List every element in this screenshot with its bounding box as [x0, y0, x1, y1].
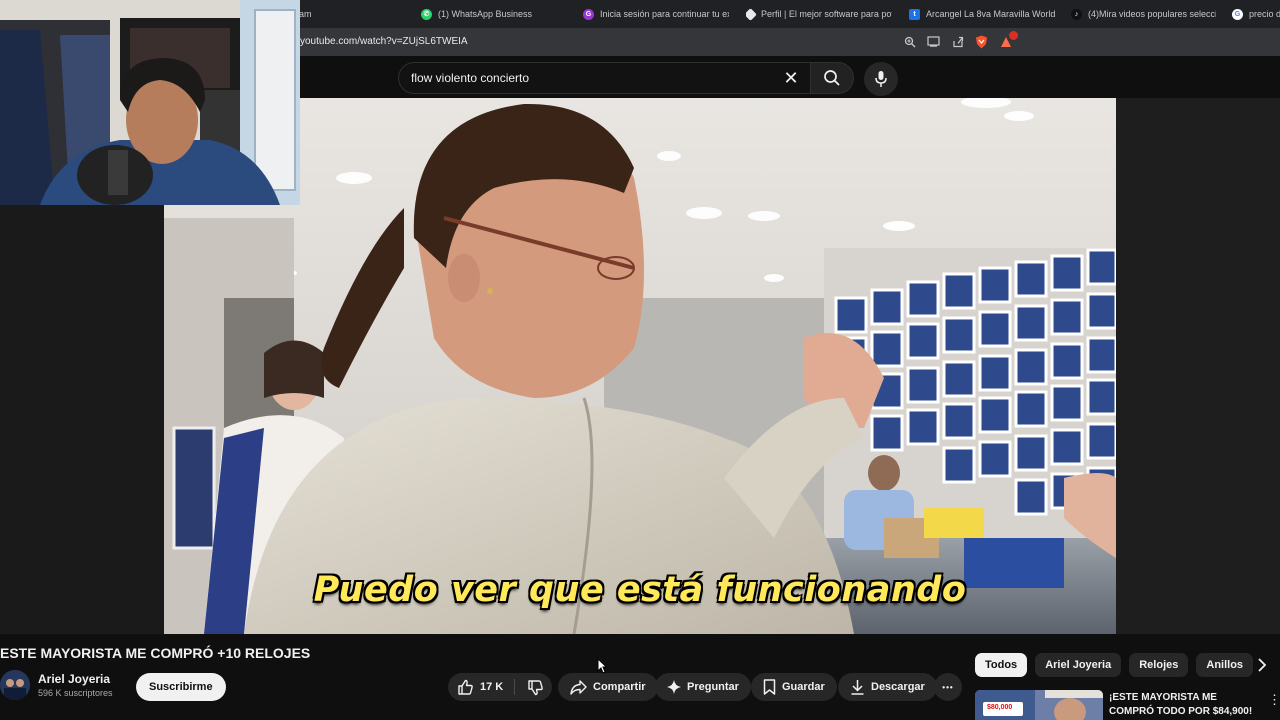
- chip-ariel-joyeria[interactable]: Ariel Joyeria: [1035, 653, 1122, 677]
- rewards-icon[interactable]: [998, 31, 1018, 49]
- diamond-icon: [746, 7, 757, 21]
- browser-tab-arcangel[interactable]: t Arcangel La 8va Maravilla World To: [909, 0, 1055, 28]
- webcam-overlay: [0, 0, 300, 205]
- search-icon: [824, 70, 840, 86]
- thumbnail-price-text: $80,000: [987, 704, 1013, 711]
- video-player[interactable]: Puedo ver que está funcionando: [164, 98, 1116, 634]
- download-icon: [851, 680, 864, 695]
- recommended-thumbnail[interactable]: $80,000: [975, 690, 1103, 720]
- channel-name[interactable]: Ariel Joyeria: [38, 672, 113, 686]
- tab-title: Inicia sesión para continuar tu expe: [600, 9, 729, 19]
- url-text[interactable]: youtube.com/watch?v=ZUjSL6TWEIA: [300, 36, 468, 47]
- mouse-cursor-icon: [597, 657, 608, 679]
- search-button[interactable]: [810, 62, 854, 94]
- ask-button[interactable]: Preguntar: [655, 673, 751, 701]
- like-divider: [514, 679, 515, 695]
- zoom-icon[interactable]: [902, 34, 917, 49]
- screen: am ✆ (1) WhatsApp Business G Inicia sesi…: [0, 0, 1280, 720]
- tab-title: am: [299, 9, 312, 19]
- share-icon[interactable]: [950, 34, 965, 49]
- ask-label: Preguntar: [687, 681, 739, 693]
- voice-search-button[interactable]: [864, 62, 898, 96]
- dislike-button[interactable]: [520, 673, 550, 701]
- chip-anillos[interactable]: Anillos: [1196, 653, 1254, 677]
- whatsapp-icon: ✆: [421, 8, 432, 20]
- tiktok-icon: ♪: [1071, 8, 1082, 20]
- channel-owner: Ariel Joyeria 596 K suscriptores: [0, 670, 113, 700]
- player-side-left: [0, 205, 164, 634]
- thumbs-up-icon: [458, 679, 473, 695]
- save-button[interactable]: Guardar: [751, 673, 837, 701]
- cast-icon[interactable]: [926, 34, 941, 49]
- like-button[interactable]: 17 K: [448, 673, 514, 701]
- recommended-title[interactable]: ¡ESTE MAYORISTA ME COMPRÓ TODO POR $84,9…: [1109, 691, 1259, 719]
- share-label: Compartir: [593, 681, 646, 693]
- tab-title: (4)Mira videos populares seleccio: [1088, 9, 1216, 19]
- address-bar-actions: [902, 31, 1018, 49]
- tab-title: Perfil | El mejor software para pote: [761, 9, 892, 19]
- tab-title: Arcangel La 8va Maravilla World To: [926, 9, 1055, 19]
- save-label: Guardar: [782, 681, 825, 693]
- search-input[interactable]: flow violento concierto: [411, 71, 529, 85]
- browser-tab-google[interactable]: G precio de: [1232, 0, 1280, 28]
- brand-icon: G: [583, 8, 594, 20]
- browser-tab[interactable]: am: [299, 0, 339, 28]
- browser-tab-signin[interactable]: G Inicia sesión para continuar tu expe: [583, 0, 729, 28]
- notification-badge: [1009, 31, 1018, 40]
- webcam-feed: [0, 0, 300, 205]
- share-button[interactable]: Compartir: [558, 673, 658, 701]
- chip-todos[interactable]: Todos: [975, 653, 1028, 677]
- tab-title: (1) WhatsApp Business: [438, 9, 533, 19]
- browser-tab-profile[interactable]: Perfil | El mejor software para pote: [746, 0, 892, 28]
- more-actions-button[interactable]: •••: [934, 673, 962, 701]
- like-dislike-group: 17 K: [448, 673, 552, 701]
- thumbs-down-icon: [527, 679, 543, 695]
- video-subtitle: Puedo ver que está funcionando: [313, 570, 967, 610]
- sparkle-icon: [667, 680, 681, 694]
- clear-search-icon[interactable]: ✕: [780, 67, 802, 89]
- subscribe-button[interactable]: Suscribirme: [136, 673, 226, 701]
- share-arrow-icon: [570, 679, 587, 695]
- related-chips: Todos Ariel Joyeria Relojes Anillos: [975, 653, 1254, 677]
- subscriber-count: 596 K suscriptores: [38, 688, 113, 698]
- like-count: 17 K: [480, 681, 504, 693]
- download-label: Descargar: [871, 681, 925, 693]
- chips-next-chevron-icon[interactable]: [1250, 653, 1274, 677]
- browser-tab-tiktok[interactable]: ♪ (4)Mira videos populares seleccio: [1071, 0, 1216, 28]
- microphone-icon: [875, 71, 887, 87]
- video-actions: 17 K Compartir Preguntar Guardar Descarg…: [448, 673, 968, 701]
- google-icon: G: [1232, 8, 1243, 20]
- recommended-more-icon[interactable]: ⋮: [1268, 692, 1280, 708]
- tab-title: precio de: [1249, 9, 1280, 19]
- more-icon: •••: [942, 682, 954, 692]
- search-box[interactable]: flow violento concierto ✕: [398, 62, 810, 94]
- channel-avatar[interactable]: [0, 670, 30, 700]
- bookmark-icon: [763, 679, 776, 695]
- video-frame: [164, 98, 1116, 634]
- video-title: ESTE MAYORISTA ME COMPRÓ +10 RELOJES: [0, 645, 311, 661]
- download-button[interactable]: Descargar: [838, 673, 937, 701]
- browser-tab-whatsapp[interactable]: ✆ (1) WhatsApp Business: [421, 0, 571, 28]
- player-side-right: [1116, 98, 1280, 634]
- chip-relojes[interactable]: Relojes: [1129, 653, 1189, 677]
- ticket-icon: t: [909, 8, 920, 20]
- brave-shield-icon[interactable]: [974, 34, 989, 49]
